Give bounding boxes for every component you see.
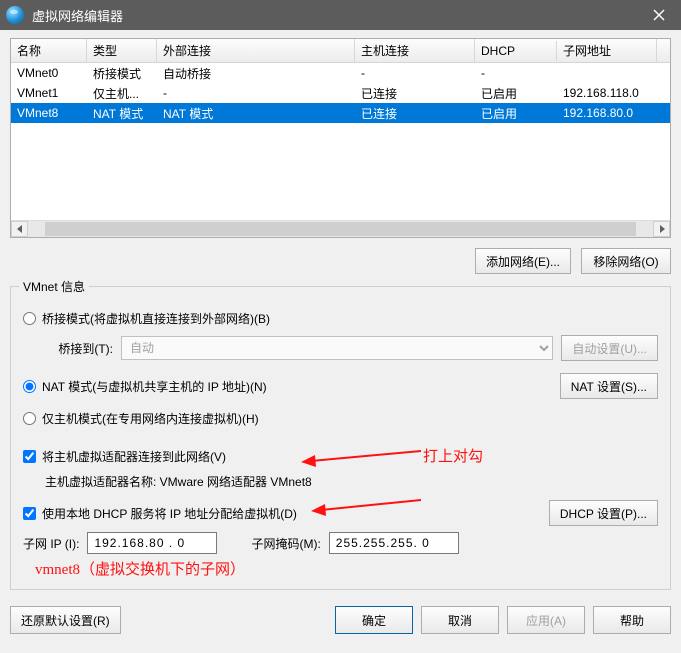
annotation-check-hint: 打上对勾 bbox=[423, 445, 483, 466]
table-row[interactable]: VMnet1仅主机...-已连接已启用192.168.118.0 bbox=[11, 83, 670, 103]
close-button[interactable] bbox=[637, 0, 681, 30]
table-row[interactable]: VMnet8NAT 模式NAT 模式已连接已启用192.168.80.0 bbox=[11, 103, 670, 123]
help-button[interactable]: 帮助 bbox=[593, 606, 671, 634]
table-cell: 192.168.118.0 bbox=[557, 83, 657, 103]
dialog-footer: 还原默认设置(R) 确定 取消 应用(A) 帮助 bbox=[0, 606, 681, 642]
table-cell: 已连接 bbox=[355, 102, 475, 125]
ok-button[interactable]: 确定 bbox=[335, 606, 413, 634]
cancel-button[interactable]: 取消 bbox=[421, 606, 499, 634]
subnet-ip-label: 子网 IP (I): bbox=[23, 535, 79, 552]
bridge-radio[interactable] bbox=[23, 312, 36, 325]
col-ext[interactable]: 外部连接 bbox=[157, 39, 355, 62]
restore-defaults-button[interactable]: 还原默认设置(R) bbox=[10, 606, 121, 634]
nat-settings-button[interactable]: NAT 设置(S)... bbox=[560, 373, 658, 399]
dhcp-check-label: 使用本地 DHCP 服务将 IP 地址分配给虚拟机(D) bbox=[42, 505, 297, 522]
table-cell: NAT 模式 bbox=[87, 102, 157, 125]
col-dhcp[interactable]: DHCP bbox=[475, 41, 557, 61]
table-cell: - bbox=[355, 63, 475, 83]
bridge-radio-label: 桥接模式(将虚拟机直接连接到外部网络)(B) bbox=[42, 310, 270, 327]
table-cell: 192.168.80.0 bbox=[557, 103, 657, 123]
hostonly-radio-label: 仅主机模式(在专用网络内连接虚拟机)(H) bbox=[42, 410, 259, 427]
add-network-button[interactable]: 添加网络(E)... bbox=[475, 248, 571, 274]
subnet-mask-field[interactable]: 255.255.255. 0 bbox=[329, 532, 459, 554]
close-icon bbox=[653, 9, 665, 21]
remove-network-button[interactable]: 移除网络(O) bbox=[581, 248, 671, 274]
hostadapter-name: 主机虚拟适配器名称: VMware 网络适配器 VMnet8 bbox=[45, 473, 658, 490]
nat-radio-label: NAT 模式(与虚拟机共享主机的 IP 地址)(N) bbox=[42, 378, 267, 395]
scroll-tray[interactable] bbox=[28, 221, 653, 237]
subnet-mask-label: 子网掩码(M): bbox=[251, 535, 320, 552]
col-type[interactable]: 类型 bbox=[87, 39, 157, 62]
bridge-to-label: 桥接到(T): bbox=[45, 340, 113, 357]
titlebar: 虚拟网络编辑器 bbox=[0, 0, 681, 30]
table-header: 名称 类型 外部连接 主机连接 DHCP 子网地址 bbox=[11, 39, 670, 63]
table-cell: 自动桥接 bbox=[157, 62, 355, 85]
scroll-thumb[interactable] bbox=[45, 222, 636, 236]
table-cell bbox=[557, 70, 657, 76]
table-row[interactable]: VMnet0桥接模式自动桥接-- bbox=[11, 63, 670, 83]
window-title: 虚拟网络编辑器 bbox=[32, 6, 637, 25]
scroll-left-button[interactable] bbox=[11, 221, 28, 237]
nat-radio[interactable] bbox=[23, 380, 36, 393]
bridge-to-select[interactable]: 自动 bbox=[121, 336, 553, 360]
annotation-bottom: vmnet8（虚拟交换机下的子网） bbox=[35, 558, 658, 579]
dhcp-checkbox[interactable] bbox=[23, 507, 36, 520]
scroll-right-button[interactable] bbox=[653, 221, 670, 237]
hostadapter-check-label: 将主机虚拟适配器连接到此网络(V) bbox=[42, 448, 226, 465]
subnet-ip-field[interactable]: 192.168.80 . 0 bbox=[87, 532, 217, 554]
arrow-icon bbox=[311, 498, 421, 518]
chevron-right-icon bbox=[658, 225, 666, 233]
vmnet-info-group: VMnet 信息 桥接模式(将虚拟机直接连接到外部网络)(B) 桥接到(T): … bbox=[10, 286, 671, 590]
dhcp-settings-button[interactable]: DHCP 设置(P)... bbox=[549, 500, 658, 526]
table-cell: VMnet8 bbox=[11, 103, 87, 123]
group-legend: VMnet 信息 bbox=[19, 278, 89, 295]
h-scrollbar[interactable] bbox=[11, 220, 670, 237]
chevron-left-icon bbox=[16, 225, 24, 233]
table-cell: - bbox=[157, 83, 355, 103]
hostadapter-checkbox[interactable] bbox=[23, 450, 36, 463]
arrow-icon bbox=[301, 449, 421, 467]
app-icon bbox=[6, 6, 24, 24]
hostonly-radio[interactable] bbox=[23, 412, 36, 425]
table-cell: - bbox=[475, 63, 557, 83]
col-host[interactable]: 主机连接 bbox=[355, 39, 475, 62]
col-subnet[interactable]: 子网地址 bbox=[557, 39, 657, 62]
apply-button[interactable]: 应用(A) bbox=[507, 606, 585, 634]
table-cell: NAT 模式 bbox=[157, 102, 355, 125]
col-name[interactable]: 名称 bbox=[11, 39, 87, 62]
table-cell: 已启用 bbox=[475, 102, 557, 125]
auto-settings-button[interactable]: 自动设置(U)... bbox=[561, 335, 658, 361]
table-cell: VMnet1 bbox=[11, 83, 87, 103]
table-cell: VMnet0 bbox=[11, 63, 87, 83]
network-table: 名称 类型 外部连接 主机连接 DHCP 子网地址 VMnet0桥接模式自动桥接… bbox=[10, 38, 671, 238]
table-body: VMnet0桥接模式自动桥接--VMnet1仅主机...-已连接已启用192.1… bbox=[11, 63, 670, 123]
